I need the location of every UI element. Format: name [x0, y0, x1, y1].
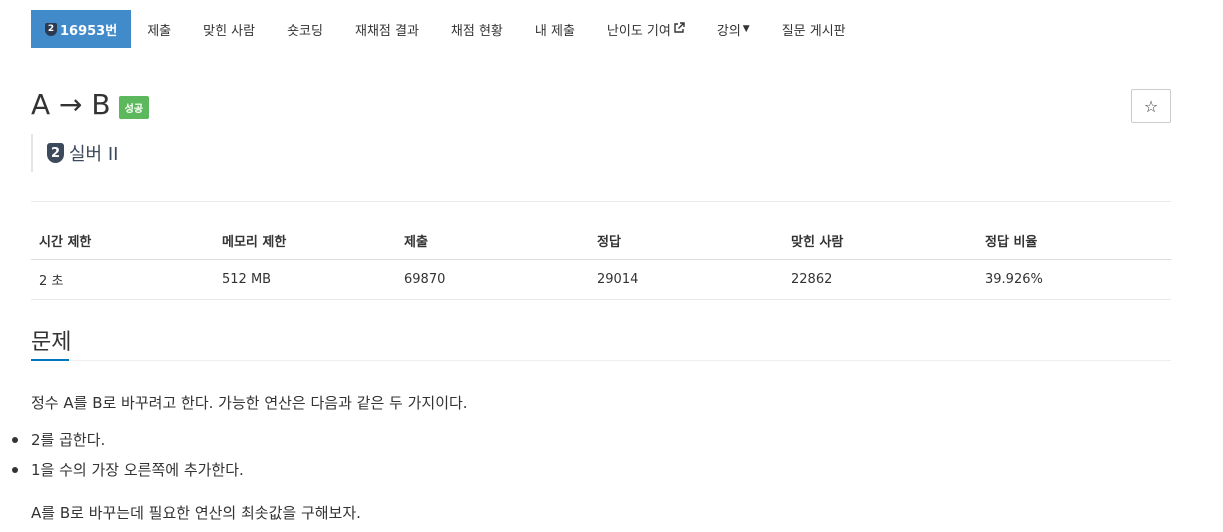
problem-tier: 2 실버 II: [31, 134, 118, 172]
memory-limit-value: 512 MB: [214, 259, 396, 300]
submissions-value: 69870: [396, 259, 589, 300]
nav-rejudge-results[interactable]: 재채점 결과: [339, 10, 435, 48]
tier-badge-icon: 2: [45, 22, 57, 36]
problem-info-table: 시간 제한 메모리 제한 제출 정답 맞힌 사람 정답 비율 2 초 512 M…: [31, 224, 1171, 300]
external-link-icon: [673, 21, 685, 37]
nav-rejudge-results-label: 재채점 결과: [354, 23, 419, 39]
nav-my-submissions-label: 내 제출: [534, 23, 575, 39]
nav-submit[interactable]: 제출: [131, 10, 187, 48]
operations-list: 2를 곱한다. 1을 수의 가장 오른쪽에 추가한다.: [12, 428, 244, 488]
column-header: 제출: [396, 224, 589, 260]
caret-down-icon: ▼: [742, 24, 750, 34]
accepted-value: 29014: [589, 259, 783, 300]
list-item: 1을 수의 가장 오른쪽에 추가한다.: [12, 458, 244, 488]
table-row: 2 초 512 MB 69870 29014 22862 39.926%: [31, 259, 1171, 300]
nav-judge-status-label: 채점 현황: [450, 23, 503, 39]
column-header: 맞힌 사람: [783, 224, 977, 260]
column-header: 정답: [589, 224, 783, 260]
column-header: 메모리 제한: [214, 224, 396, 260]
header-divider: [31, 201, 1171, 202]
problem-number-label: 16953번: [60, 23, 118, 39]
solved-users-value: 22862: [783, 259, 977, 300]
section-rule: [31, 360, 1171, 361]
nav-short-coding[interactable]: 숏코딩: [271, 10, 339, 48]
favorite-star-button[interactable]: ☆: [1131, 89, 1171, 123]
nav-judge-status[interactable]: 채점 현황: [435, 10, 519, 48]
nav-difficulty-contribution[interactable]: 난이도 기여: [591, 10, 701, 48]
status-badge: 성공: [118, 96, 150, 119]
nav-lectures-label: 강의: [716, 23, 741, 39]
nav-solved-users[interactable]: 맞힌 사람: [187, 10, 271, 48]
nav-question-board[interactable]: 질문 게시판: [766, 10, 862, 48]
nav-my-submissions[interactable]: 내 제출: [519, 10, 591, 48]
nav-short-coding-label: 숏코딩: [287, 23, 323, 39]
nav-submit-label: 제출: [147, 23, 172, 39]
accept-ratio-value: 39.926%: [977, 259, 1171, 300]
tier-name: 실버 II: [69, 144, 119, 165]
operation-text: 2를 곱한다.: [31, 431, 106, 449]
problem-description: 정수 A를 B로 바꾸려고 한다. 가능한 연산은 다음과 같은 두 가지이다.: [31, 394, 468, 412]
bullet-icon: [12, 437, 18, 443]
nav-lectures-dropdown[interactable]: 강의 ▼: [701, 10, 766, 48]
problem-number-tab[interactable]: 2 16953번: [31, 10, 132, 48]
problem-menu: 2 16953번 제출 맞힌 사람 숏코딩 재채점 결과 채점 현황 내 제출 …: [31, 10, 862, 48]
nav-solved-users-label: 맞힌 사람: [203, 23, 256, 39]
bullet-icon: [12, 467, 18, 473]
table-header-row: 시간 제한 메모리 제한 제출 정답 맞힌 사람 정답 비율: [31, 224, 1171, 260]
star-icon: ☆: [1143, 96, 1159, 116]
time-limit-value: 2 초: [31, 259, 214, 300]
nav-difficulty-contribution-label: 난이도 기여: [606, 23, 671, 39]
column-header: 정답 비율: [977, 224, 1171, 260]
tier-shield-icon: 2: [47, 143, 64, 163]
problem-header: A → B 성공: [31, 88, 150, 121]
section-title: 문제: [31, 330, 72, 355]
section-underline: [31, 359, 69, 361]
column-header: 시간 제한: [31, 224, 214, 260]
list-item: 2를 곱한다.: [12, 428, 244, 458]
nav-question-board-label: 질문 게시판: [781, 23, 846, 39]
problem-title: A → B: [31, 88, 111, 121]
operation-text: 1을 수의 가장 오른쪽에 추가한다.: [31, 461, 244, 479]
problem-goal: A를 B로 바꾸는데 필요한 연산의 최솟값을 구해보자.: [31, 504, 361, 522]
